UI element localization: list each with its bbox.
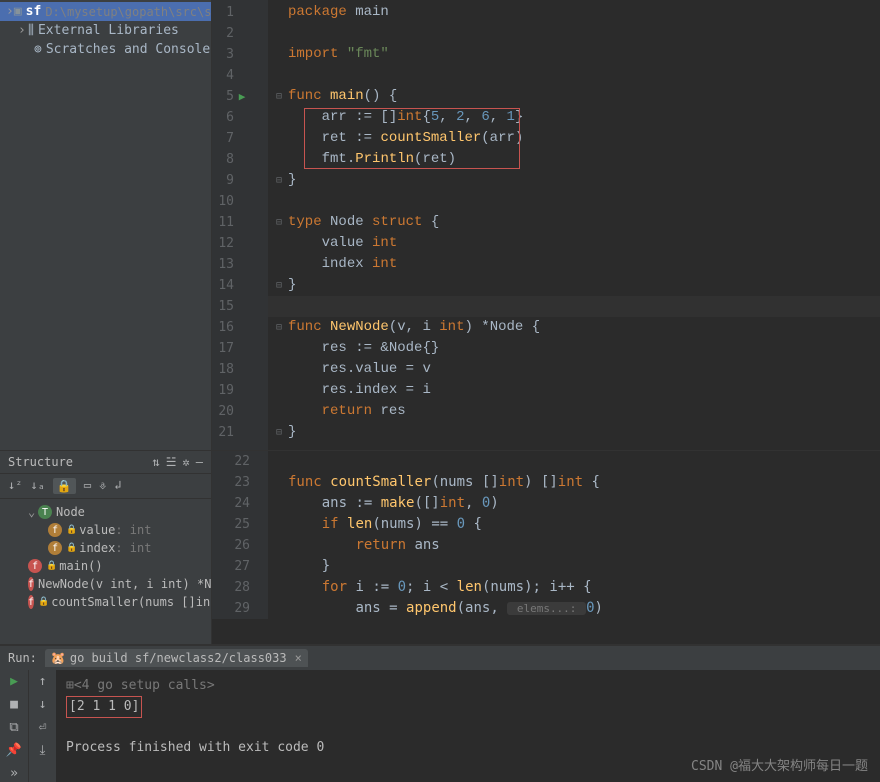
structure-title: Structure xyxy=(8,455,73,469)
setup-calls: <4 go setup calls> xyxy=(74,678,215,693)
autoscroll-from-icon[interactable]: ↲ xyxy=(114,478,121,494)
code-line[interactable]: 25 if len(nums) == 0 { xyxy=(212,514,880,535)
wrap-icon[interactable]: ⏎ xyxy=(39,720,47,735)
code-line[interactable]: fmt.Println(ret) xyxy=(268,149,880,170)
run-toolbar-left: ▶ ■ ⧉ 📌 » xyxy=(0,670,28,782)
rerun-icon[interactable]: ▶ xyxy=(10,674,18,689)
project-path: D:\mysetup\gopath\src\sf xyxy=(45,5,212,19)
external-libraries[interactable]: › ⫼ External Libraries xyxy=(0,21,211,40)
sort-visibility-icon[interactable]: ↓ₐ xyxy=(30,478,44,494)
structure-panel: Structure ⇅ ☱ ✲ — ↓ᶻ ↓ₐ 🔒 ▭ ⎀ ↲ ⌄TNodef🔒… xyxy=(0,451,212,644)
pin-icon[interactable]: 📌 xyxy=(6,743,22,758)
folder-icon: ▣ xyxy=(14,4,22,19)
code-line[interactable]: 26 return ans xyxy=(212,535,880,556)
code-editor[interactable]: 12345▶6789101112131415161718192021 packa… xyxy=(212,0,880,450)
settings-icon[interactable]: ✲ xyxy=(183,455,190,469)
line-number-gutter: 12345▶6789101112131415161718192021 xyxy=(212,0,268,450)
run-tab-label: go build sf/newclass2/class033 xyxy=(70,651,287,665)
close-icon[interactable]: × xyxy=(295,651,302,665)
code-line[interactable]: 22 xyxy=(212,451,880,472)
code-line[interactable]: res := &Node{} xyxy=(268,338,880,359)
code-line[interactable]: ret := countSmaller(arr) xyxy=(268,128,880,149)
expand-icon[interactable]: ☱ xyxy=(166,455,177,469)
code-line[interactable]: 24 ans := make([]int, 0) xyxy=(212,493,880,514)
code-line[interactable]: arr := []int{5, 2, 6, 1} xyxy=(268,107,880,128)
expand-hint-icon[interactable]: ⊞ xyxy=(66,678,74,693)
run-toolbar-2: ↑ ↓ ⏎ ⤓ xyxy=(28,670,56,782)
code-line[interactable]: value int xyxy=(268,233,880,254)
scratches-label: Scratches and Consoles xyxy=(46,42,212,57)
code-area[interactable]: package main import "fmt" ⊟func main() { a… xyxy=(268,0,880,450)
structure-item[interactable]: f🔒value: int xyxy=(0,521,211,539)
code-line[interactable]: import "fmt" xyxy=(268,44,880,65)
code-line[interactable]: index int xyxy=(268,254,880,275)
code-line[interactable]: res.value = v xyxy=(268,359,880,380)
sort-icon[interactable]: ⇅ xyxy=(153,455,160,469)
code-line[interactable]: res.index = i xyxy=(268,380,880,401)
structure-item[interactable]: f🔒countSmaller(nums []int) []i xyxy=(0,593,211,611)
code-line[interactable]: 28 for i := 0; i < len(nums); i++ { xyxy=(212,577,880,598)
up-icon[interactable]: ↑ xyxy=(39,674,47,689)
chevron-right-icon: › xyxy=(6,4,14,19)
program-output: [2 1 1 0] xyxy=(66,696,142,718)
down-icon[interactable]: ↓ xyxy=(39,697,47,712)
show-fields-icon[interactable]: 🔒 xyxy=(53,478,76,494)
project-root[interactable]: › ▣ sf D:\mysetup\gopath\src\sf xyxy=(0,2,211,21)
code-line[interactable] xyxy=(268,23,880,44)
chevron-right-icon: › xyxy=(18,23,28,38)
structure-toolbar: ↓ᶻ ↓ₐ 🔒 ▭ ⎀ ↲ xyxy=(0,474,211,499)
go-icon: 🐹 xyxy=(51,651,66,665)
project-sidebar: › ▣ sf D:\mysetup\gopath\src\sf › ⫼ Exte… xyxy=(0,0,212,450)
external-libs-label: External Libraries xyxy=(38,23,179,38)
run-label: Run: xyxy=(8,651,37,665)
layout-icon[interactable]: ⧉ xyxy=(9,720,18,735)
code-line[interactable]: ⊟} xyxy=(268,422,880,443)
structure-item[interactable]: ⌄TNode xyxy=(0,503,211,521)
hide-icon[interactable]: — xyxy=(196,455,203,469)
sort-alpha-icon[interactable]: ↓ᶻ xyxy=(8,478,22,494)
scroll-icon[interactable]: ⤓ xyxy=(40,743,46,758)
more-icon[interactable]: » xyxy=(10,766,18,781)
code-line[interactable]: return res xyxy=(268,401,880,422)
project-tree[interactable]: › ▣ sf D:\mysetup\gopath\src\sf › ⫼ Exte… xyxy=(0,0,211,61)
structure-tree[interactable]: ⌄TNodef🔒value: intf🔒index: intf🔒main()fN… xyxy=(0,499,211,615)
project-name: sf xyxy=(26,4,42,19)
stop-icon[interactable]: ■ xyxy=(10,697,18,712)
library-icon: ⫼ xyxy=(28,23,34,38)
code-editor-lower[interactable]: 2223func countSmaller(nums []int) []int … xyxy=(212,451,880,644)
code-line[interactable]: ⊟func NewNode(v, i int) *Node { xyxy=(268,317,880,338)
scratches-consoles[interactable]: ⊚ Scratches and Consoles xyxy=(0,40,211,59)
scratches-icon: ⊚ xyxy=(34,42,42,57)
code-line[interactable]: ⊟} xyxy=(268,275,880,296)
autoscroll-icon[interactable]: ⎀ xyxy=(99,478,106,494)
structure-item[interactable]: f🔒index: int xyxy=(0,539,211,557)
structure-item[interactable]: f🔒main() xyxy=(0,557,211,575)
run-tab[interactable]: 🐹 go build sf/newclass2/class033 × xyxy=(45,649,308,667)
code-line[interactable]: ⊟type Node struct { xyxy=(268,212,880,233)
code-line[interactable]: ⊟} xyxy=(268,170,880,191)
code-line[interactable] xyxy=(268,65,880,86)
code-line[interactable]: 29 ans = append(ans, elems...: 0) xyxy=(212,598,880,619)
code-line[interactable]: 27 } xyxy=(212,556,880,577)
watermark: CSDN @福大大架构师每日一题 xyxy=(691,755,868,774)
code-line[interactable]: 23func countSmaller(nums []int) []int { xyxy=(212,472,880,493)
code-line[interactable]: package main xyxy=(268,2,880,23)
code-line[interactable]: ⊟func main() { xyxy=(268,86,880,107)
structure-item[interactable]: fNewNode(v int, i int) *Nod xyxy=(0,575,211,593)
show-inherited-icon[interactable]: ▭ xyxy=(84,478,91,494)
code-line[interactable] xyxy=(268,191,880,212)
